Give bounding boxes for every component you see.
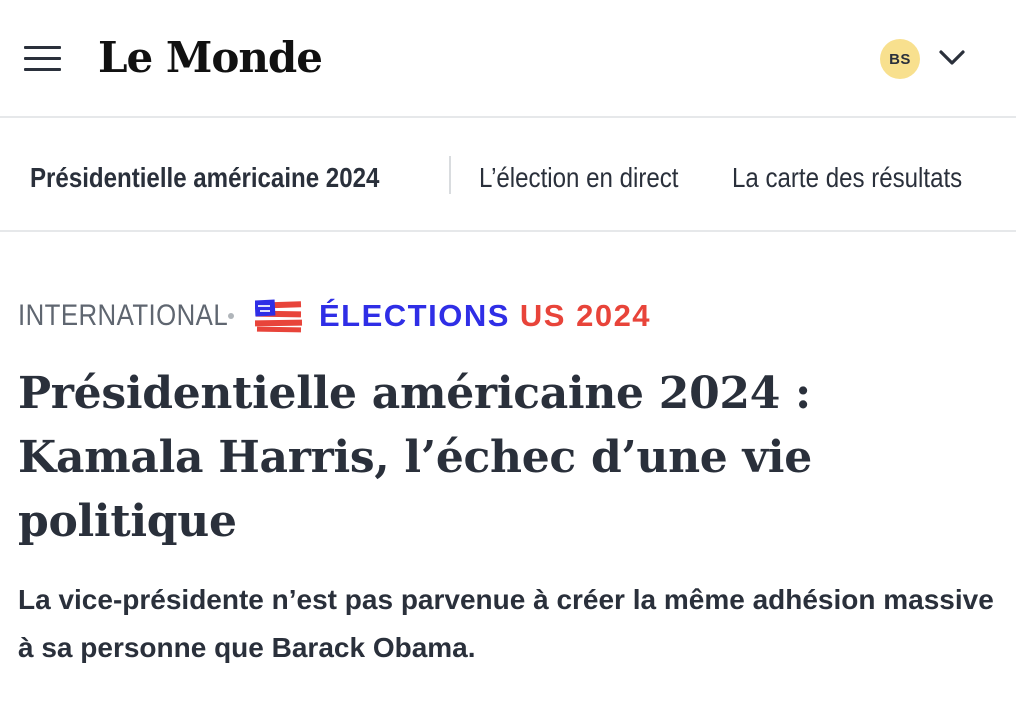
- menu-line: [24, 68, 61, 71]
- article-kicker: INTERNATIONAL ÉLECTIONS US 2024: [18, 292, 651, 340]
- article-standfirst: La vice-présidente n’est pas parvenue à …: [18, 584, 994, 663]
- us-2024-tag[interactable]: US 2024: [520, 298, 651, 334]
- chevron-down-icon[interactable]: [937, 46, 967, 70]
- menu-line: [24, 46, 61, 49]
- subnav-item-results-map[interactable]: La carte des résultats: [732, 160, 962, 196]
- subnav-item-presidentielle[interactable]: Présidentielle américaine 2024: [30, 160, 379, 196]
- top-bar: Le Monde BS: [0, 0, 1016, 118]
- kicker-separator-dot: [228, 313, 234, 319]
- topic-subnav: Présidentielle américaine 2024 L’électio…: [0, 118, 1016, 232]
- hamburger-menu-icon[interactable]: [24, 46, 61, 72]
- us-flag-icon: [255, 299, 303, 333]
- article-headline: Présidentielle américaine 2024 : Kamala …: [18, 368, 812, 547]
- elections-tag[interactable]: ÉLECTIONS: [319, 298, 510, 334]
- menu-line: [24, 57, 61, 60]
- subnav-divider: [449, 156, 451, 194]
- le-monde-logo[interactable]: Le Monde: [98, 33, 323, 83]
- subnav-item-live[interactable]: L’élection en direct: [479, 160, 678, 196]
- section-label[interactable]: INTERNATIONAL: [18, 299, 228, 333]
- user-avatar[interactable]: BS: [880, 39, 920, 79]
